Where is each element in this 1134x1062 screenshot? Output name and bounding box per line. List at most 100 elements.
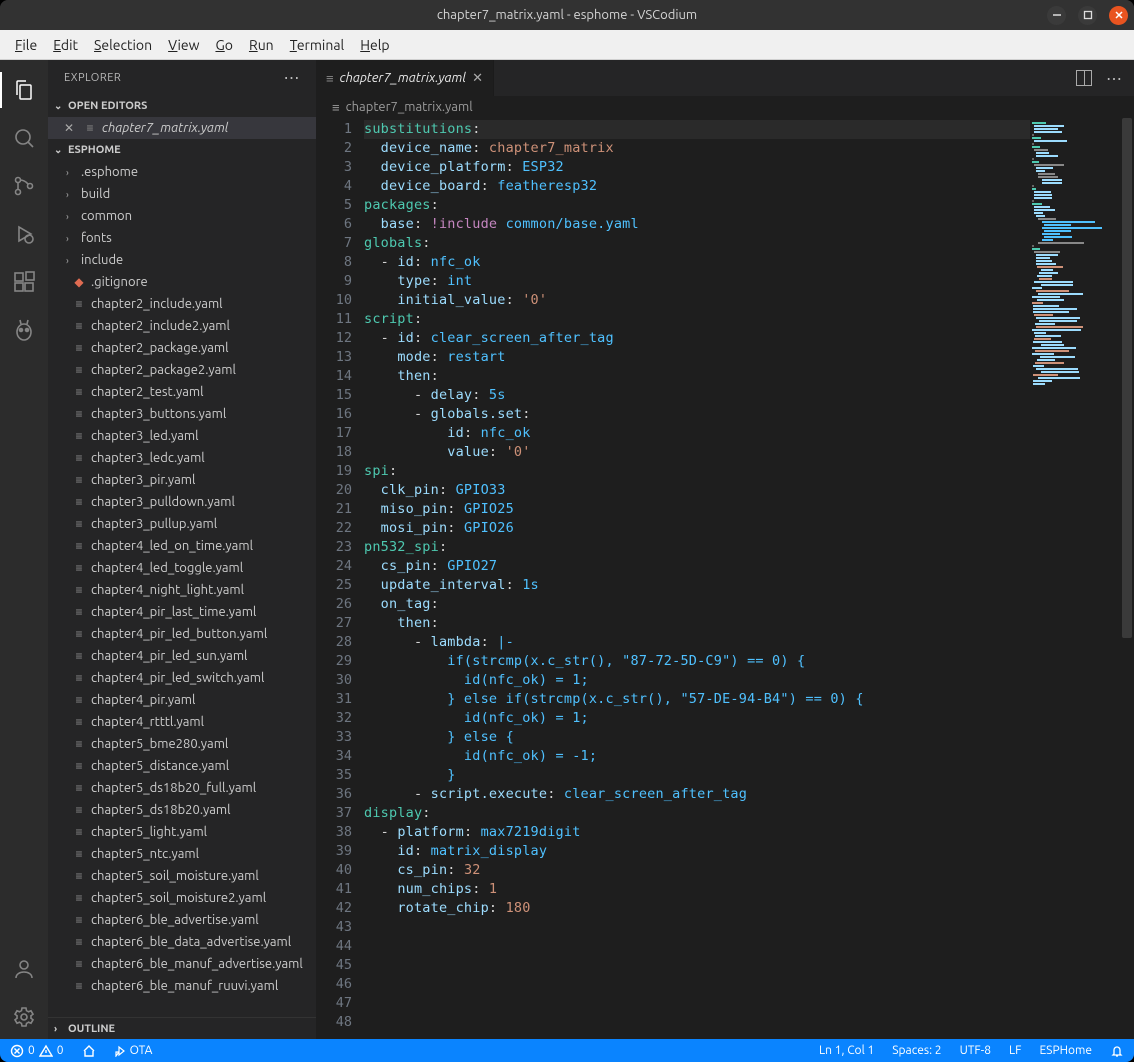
file-icon: ≡ — [72, 473, 86, 487]
file-chapter3_pir-yaml[interactable]: ≡chapter3_pir.yaml — [48, 469, 316, 491]
scroll-thumb[interactable] — [1122, 118, 1132, 638]
file-icon: ≡ — [72, 583, 86, 597]
file-icon: ≡ — [72, 451, 86, 465]
folder-fonts[interactable]: ›fonts — [48, 227, 316, 249]
file-chapter2_package-yaml[interactable]: ≡chapter2_package.yaml — [48, 337, 316, 359]
file-chapter2_include2-yaml[interactable]: ≡chapter2_include2.yaml — [48, 315, 316, 337]
activity-settings[interactable] — [0, 995, 48, 1039]
file-chapter3_ledc-yaml[interactable]: ≡chapter3_ledc.yaml — [48, 447, 316, 469]
file-chapter5_ds18b20_full-yaml[interactable]: ≡chapter5_ds18b20_full.yaml — [48, 777, 316, 799]
status-bell-icon[interactable] — [1106, 1044, 1128, 1058]
file-icon: ≡ — [72, 891, 86, 905]
menu-go[interactable]: Go — [208, 34, 240, 56]
activity-platformio[interactable] — [0, 308, 48, 352]
menu-file[interactable]: File — [8, 34, 44, 56]
window-minimize[interactable] — [1047, 6, 1066, 25]
menu-view[interactable]: View — [161, 34, 206, 56]
workspace-header[interactable]: ⌄ ESPHOME — [48, 139, 316, 161]
tab-chapter7-matrix[interactable]: ≡ chapter7_matrix.yaml ✕ — [316, 60, 494, 96]
file-chapter4_rtttl-yaml[interactable]: ≡chapter4_rtttl.yaml — [48, 711, 316, 733]
file-chapter3_pullup-yaml[interactable]: ≡chapter3_pullup.yaml — [48, 513, 316, 535]
sidebar: EXPLORER ⋯ ⌄ OPEN EDITORS ✕ ≡ chapter7_m… — [48, 60, 316, 1039]
activity-accounts[interactable] — [0, 947, 48, 991]
file-chapter5_ntc-yaml[interactable]: ≡chapter5_ntc.yaml — [48, 843, 316, 865]
file-chapter5_distance-yaml[interactable]: ≡chapter5_distance.yaml — [48, 755, 316, 777]
file-chapter4_led_on_time-yaml[interactable]: ≡chapter4_led_on_time.yaml — [48, 535, 316, 557]
file-chapter4_night_light-yaml[interactable]: ≡chapter4_night_light.yaml — [48, 579, 316, 601]
file-chapter5_soil_moisture-yaml[interactable]: ≡chapter5_soil_moisture.yaml — [48, 865, 316, 887]
activity-explorer[interactable] — [0, 68, 48, 112]
file-icon: ≡ — [72, 957, 86, 971]
folder-common[interactable]: ›common — [48, 205, 316, 227]
minimap[interactable] — [1030, 118, 1120, 1039]
file-chapter4_pir_led_switch-yaml[interactable]: ≡chapter4_pir_led_switch.yaml — [48, 667, 316, 689]
file-icon: ≡ — [72, 847, 86, 861]
sidebar-more-icon[interactable]: ⋯ — [284, 68, 301, 87]
file-chapter2_test-yaml[interactable]: ≡chapter2_test.yaml — [48, 381, 316, 403]
file-chapter5_light-yaml[interactable]: ≡chapter5_light.yaml — [48, 821, 316, 843]
folder-build[interactable]: ›build — [48, 183, 316, 205]
file-chapter4_pir_led_button-yaml[interactable]: ≡chapter4_pir_led_button.yaml — [48, 623, 316, 645]
menu-terminal[interactable]: Terminal — [283, 34, 352, 56]
vertical-scrollbar[interactable] — [1120, 118, 1134, 1039]
open-editor-item[interactable]: ✕ ≡ chapter7_matrix.yaml — [48, 117, 316, 139]
activity-run-debug[interactable] — [0, 212, 48, 256]
menu-help[interactable]: Help — [353, 34, 396, 56]
file-chapter3_led-yaml[interactable]: ≡chapter3_led.yaml — [48, 425, 316, 447]
file-chapter5_bme280-yaml[interactable]: ≡chapter5_bme280.yaml — [48, 733, 316, 755]
status-language[interactable]: ESPHome — [1035, 1044, 1096, 1057]
statusbar: 0 0 OTA Ln 1, Col 1 Spaces: 2 UTF-8 LF E… — [0, 1039, 1134, 1062]
file-icon: ≡ — [72, 627, 86, 641]
outline-header[interactable]: › OUTLINE — [48, 1017, 316, 1039]
menu-edit[interactable]: Edit — [46, 34, 85, 56]
file-chapter2_include-yaml[interactable]: ≡chapter2_include.yaml — [48, 293, 316, 315]
open-editors-header[interactable]: ⌄ OPEN EDITORS — [48, 95, 316, 117]
file-chapter4_pir_last_time-yaml[interactable]: ≡chapter4_pir_last_time.yaml — [48, 601, 316, 623]
status-ota[interactable]: OTA — [110, 1044, 157, 1057]
file-chapter3_buttons-yaml[interactable]: ≡chapter3_buttons.yaml — [48, 403, 316, 425]
activity-search[interactable] — [0, 116, 48, 160]
editor-tabs: ≡ chapter7_matrix.yaml ✕ ⋯ — [316, 60, 1134, 96]
menu-selection[interactable]: Selection — [87, 34, 159, 56]
file-chapter4_led_toggle-yaml[interactable]: ≡chapter4_led_toggle.yaml — [48, 557, 316, 579]
file-chapter6_ble_data_advertise-yaml[interactable]: ≡chapter6_ble_data_advertise.yaml — [48, 931, 316, 953]
file-icon: ≡ — [72, 671, 86, 685]
window-maximize[interactable] — [1078, 6, 1097, 25]
file-chapter5_ds18b20-yaml[interactable]: ≡chapter5_ds18b20.yaml — [48, 799, 316, 821]
file-chapter6_ble_manuf_advertise-yaml[interactable]: ≡chapter6_ble_manuf_advertise.yaml — [48, 953, 316, 975]
file-gitignore[interactable]: ◆.gitignore — [48, 271, 316, 293]
folder-include[interactable]: ›include — [48, 249, 316, 271]
status-encoding[interactable]: UTF-8 — [956, 1044, 995, 1057]
file-icon: ≡ — [72, 341, 86, 355]
close-icon[interactable]: ✕ — [472, 71, 483, 86]
status-errors[interactable]: 0 0 — [6, 1044, 68, 1058]
editor-more-icon[interactable]: ⋯ — [1106, 69, 1122, 88]
close-icon[interactable]: ✕ — [64, 121, 78, 135]
file-icon: ≡ — [326, 71, 334, 86]
chevron-down-icon: ⌄ — [54, 100, 64, 112]
file-chapter3_pulldown-yaml[interactable]: ≡chapter3_pulldown.yaml — [48, 491, 316, 513]
titlebar: chapter7_matrix.yaml - esphome - VSCodiu… — [0, 0, 1134, 30]
status-spaces[interactable]: Spaces: 2 — [888, 1044, 945, 1057]
activity-extensions[interactable] — [0, 260, 48, 304]
menu-run[interactable]: Run — [242, 34, 281, 56]
file-chapter6_ble_manuf_ruuvi-yaml[interactable]: ≡chapter6_ble_manuf_ruuvi.yaml — [48, 975, 316, 997]
file-chapter4_pir-yaml[interactable]: ≡chapter4_pir.yaml — [48, 689, 316, 711]
folder-.esphome[interactable]: ›.esphome — [48, 161, 316, 183]
status-cursor-pos[interactable]: Ln 1, Col 1 — [815, 1044, 878, 1057]
file-chapter5_soil_moisture2-yaml[interactable]: ≡chapter5_soil_moisture2.yaml — [48, 887, 316, 909]
file-chapter6_ble_advertise-yaml[interactable]: ≡chapter6_ble_advertise.yaml — [48, 909, 316, 931]
file-chapter2_package2-yaml[interactable]: ≡chapter2_package2.yaml — [48, 359, 316, 381]
file-chapter4_pir_led_sun-yaml[interactable]: ≡chapter4_pir_led_sun.yaml — [48, 645, 316, 667]
activity-source-control[interactable] — [0, 164, 48, 208]
status-eol[interactable]: LF — [1005, 1044, 1025, 1057]
file-icon: ≡ — [72, 737, 86, 751]
window-close[interactable] — [1109, 6, 1128, 25]
code-editor[interactable]: substitutions: device_name: chapter7_mat… — [364, 118, 1030, 1039]
file-icon: ≡ — [72, 605, 86, 619]
chevron-down-icon: ⌄ — [54, 144, 64, 156]
chevron-right-icon: › — [54, 1023, 64, 1034]
split-editor-icon[interactable] — [1076, 70, 1092, 86]
status-home-icon[interactable] — [78, 1044, 100, 1058]
breadcrumb[interactable]: ≡ chapter7_matrix.yaml — [316, 96, 1134, 118]
